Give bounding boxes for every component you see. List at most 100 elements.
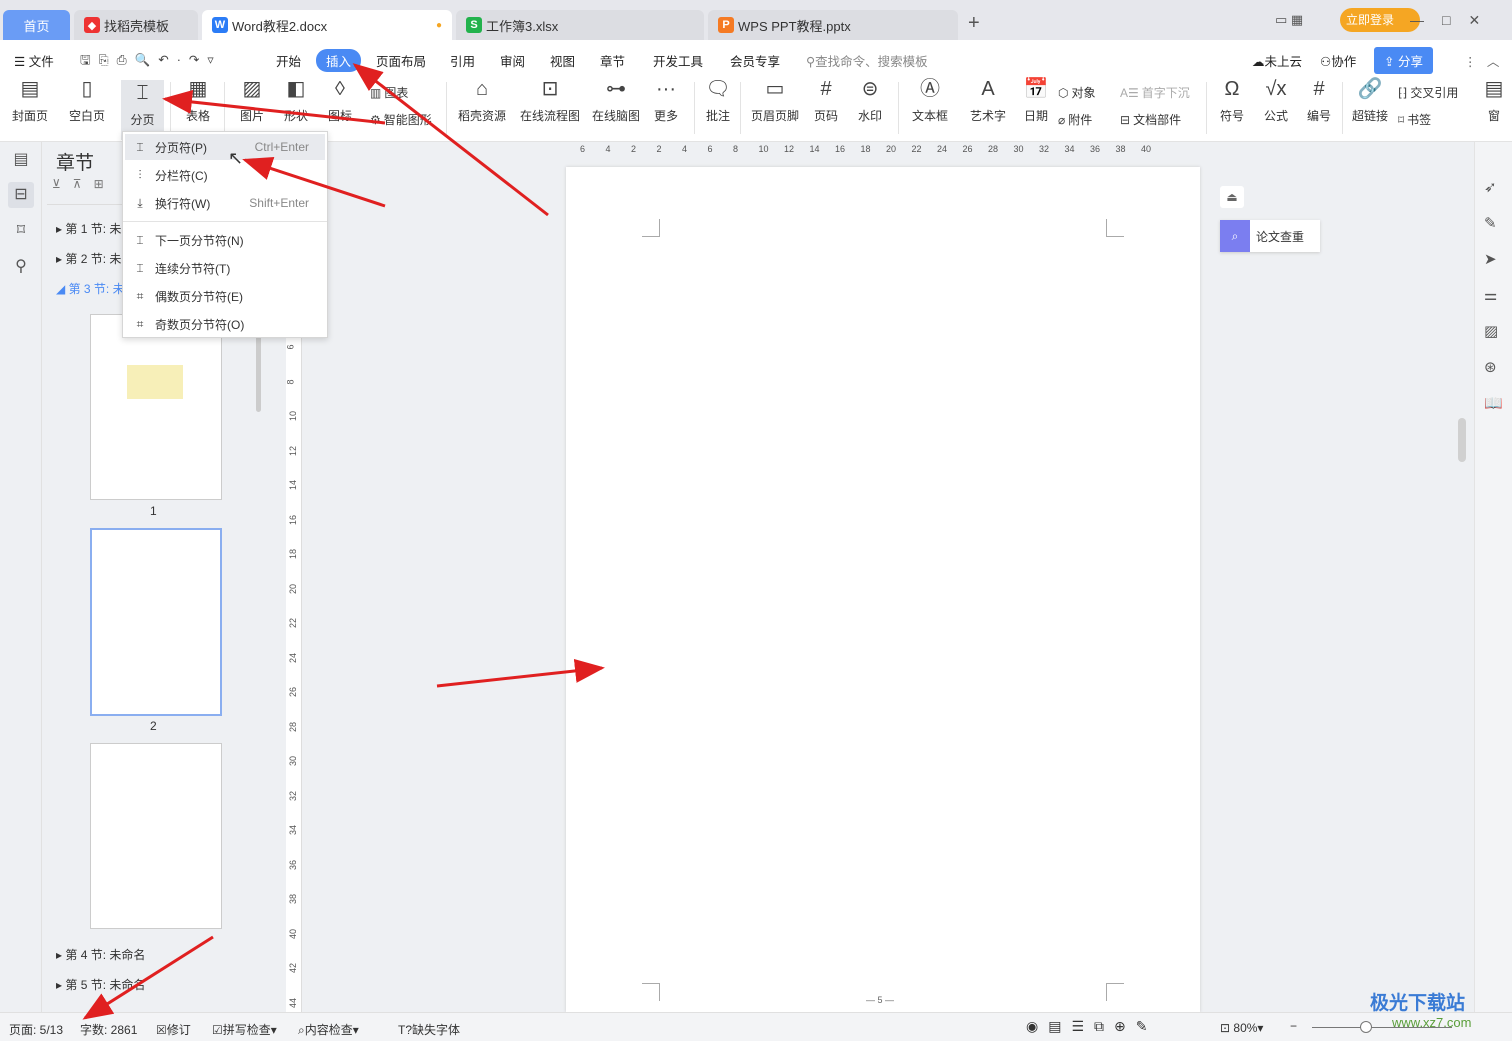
pointer-icon[interactable]: ➤ [1484,250,1497,268]
attachment-button[interactable]: ⌀ 附件 [1058,111,1092,128]
sqrt-icon: √x [1265,78,1287,100]
collab-button[interactable]: ⚇协作 [1320,51,1356,70]
menu-item-page-break[interactable]: ⌶ 分页符(P) Ctrl+Enter [125,134,325,160]
menu-item-continuous-section[interactable]: ⌶ 连续分节符(T) [125,255,325,281]
menu-review[interactable]: 审阅 [500,51,525,70]
page-thumbnail[interactable] [90,743,222,929]
layout-icon[interactable]: ▭ ▦ [1275,12,1303,28]
book-icon[interactable]: 📖 [1484,394,1503,412]
icon-library-button[interactable]: ◊ 图标 [322,76,358,124]
chapter-nav-icon[interactable]: ⊟ [8,182,34,208]
login-button[interactable]: 立即登录 [1340,8,1420,32]
new-tab-icon[interactable]: + [968,12,980,35]
mindmap-button[interactable]: ⊶ 在线脑图 [590,76,642,124]
view-mode-icons[interactable]: ◉▤☰⧉⊕✎ [1026,1018,1157,1035]
menu-start[interactable]: 开始 [276,51,301,70]
page-number-button[interactable]: # 页码 [808,76,844,124]
textbox-button[interactable]: Ⓐ 文本框 [906,76,954,124]
section-1[interactable]: ▸ 第 1 节: 未 [56,220,121,237]
picture-button[interactable]: ▨ 图片 [234,76,270,124]
wordart-button[interactable]: A 艺术字 [964,76,1012,124]
watermark-button[interactable]: ⊜ 水印 [852,76,888,124]
flowchart-button[interactable]: ⊡ 在线流程图 [518,76,582,124]
numbering-button[interactable]: # 编号 [1302,76,1336,124]
tab-pptx[interactable]: P WPS PPT教程.pptx [708,10,958,40]
table-button[interactable]: ▦ 表格 [178,76,218,124]
ruler-tick: 36 [1090,144,1101,154]
omega-icon: Ω [1224,78,1240,100]
section-2[interactable]: ▸ 第 2 节: 未 [56,250,121,267]
cloud-status[interactable]: ☁未上云 [1252,51,1302,70]
menu-insert[interactable]: 插入 [316,49,362,72]
tab-word-doc[interactable]: W Word教程2.docx ● [202,10,452,40]
document-scrollbar[interactable] [1458,418,1466,462]
menu-developer[interactable]: 开发工具 [653,51,703,70]
collapse-icon[interactable]: ⏏ [1220,186,1244,208]
word-count[interactable]: 字数: 2861 [80,1021,137,1038]
window-button[interactable]: ▤ 窗 [1484,76,1504,124]
outline-icon[interactable]: ▤ [8,147,34,173]
page-thumbnail-selected[interactable] [90,528,222,716]
cover-page-button[interactable]: ▤ 封面页 [10,76,50,124]
smart-art-button[interactable]: ⚙ 智能图形 [370,111,432,128]
docer-resources-button[interactable]: ⌂ 稻壳资源 [456,76,508,124]
date-button[interactable]: 📅 日期 [1020,76,1052,124]
cross-reference-button[interactable]: ⁅⁆ 交叉引用 [1398,84,1458,101]
page-indicator[interactable]: 页面: 5/13 [9,1021,63,1038]
comment-button[interactable]: 🗨 批注 [702,76,734,124]
search-icon[interactable]: ⚲ [8,254,34,280]
header-footer-button[interactable]: ▭ 页眉页脚 [748,76,802,124]
share-button[interactable]: ⇪ 分享 [1374,47,1433,74]
doc-parts-button[interactable]: ⊟ 文档部件 [1120,111,1181,128]
blank-page-button[interactable]: ▯ 空白页 [66,76,108,124]
ruler-tick: 42 [288,962,299,974]
bookmark-icon[interactable]: ⌑ [8,218,34,244]
menu-section[interactable]: 章节 [600,51,625,70]
panel-controls[interactable]: ⊻⊼⊞ [52,177,116,191]
pen-icon[interactable]: ✎ [1484,214,1497,232]
more-button[interactable]: ··· 更多 [648,76,684,124]
rocket-icon[interactable]: ➶ [1484,178,1497,196]
panel-scrollbar[interactable] [256,332,261,412]
object-button[interactable]: ⬡ 对象 [1058,84,1096,101]
menu-member[interactable]: 会员专享 [730,51,780,70]
menu-item-column-break[interactable]: ⫶ 分栏符(C) [125,162,325,188]
menu-page-layout[interactable]: 页面布局 [376,51,426,70]
zoom-level[interactable]: ⊡ 80%▾ [1220,1021,1263,1035]
content-check[interactable]: ⌕内容检查▾ [298,1021,359,1038]
tab-home[interactable]: 首页 [3,10,70,40]
menu-item-next-page-section[interactable]: ⌶ 下一页分节符(N) [125,227,325,253]
missing-font[interactable]: T?缺失字体 [398,1021,460,1038]
image-tool-icon[interactable]: ▨ [1484,322,1498,340]
command-search[interactable]: ⚲查找命令、搜索模板 [806,51,928,70]
menu-item-line-break[interactable]: ⤓ 换行符(W) Shift+Enter [125,190,325,216]
document-page[interactable]: — 5 — [566,167,1200,1012]
zoom-out-icon[interactable]: − [1290,1019,1297,1033]
menu-references[interactable]: 引用 [450,51,475,70]
left-rail: ▤ ⊟ ⌑ ⚲ [0,142,42,1012]
tab-xlsx[interactable]: S 工作簿3.xlsx [456,10,704,40]
hyperlink-button[interactable]: 🔗 超链接 [1350,76,1390,124]
formula-button[interactable]: √x 公式 [1258,76,1294,124]
section-5[interactable]: ▸ 第 5 节: 未命名 [56,976,145,993]
chart-button[interactable]: ▥ 图表 [370,84,408,101]
quick-access-toolbar[interactable]: 🖫⎘⎙🔍↶·↷▿ [80,51,222,72]
section-3[interactable]: ◢ 第 3 节: 未 [56,280,125,297]
spell-check[interactable]: ☑拼写检查▾ [212,1021,277,1038]
window-controls[interactable]: —□✕ [1410,12,1498,29]
sliders-icon[interactable]: ⚌ [1484,286,1497,304]
bookmark-button[interactable]: ⌑ 书签 [1398,111,1431,128]
menu-item-even-page-section[interactable]: ⌗ 偶数页分节符(E) [125,283,325,309]
tab-template[interactable]: ◆ 找稻壳模板 [74,10,198,40]
revise-toggle[interactable]: ☒修订 [156,1021,191,1038]
section-4[interactable]: ▸ 第 4 节: 未命名 [56,946,145,963]
symbol-button[interactable]: Ω 符号 [1214,76,1250,124]
more-icon[interactable]: ⋮ ︿ [1464,51,1499,70]
page-thumbnail[interactable] [90,314,222,500]
compass-icon[interactable]: ⊛ [1484,358,1497,376]
shape-button[interactable]: ◧ 形状 [278,76,314,124]
paper-check-button[interactable]: ⌕ 论文查重 [1220,220,1320,252]
menu-view[interactable]: 视图 [550,51,575,70]
menu-item-odd-page-section[interactable]: ⌗ 奇数页分节符(O) [125,311,325,337]
file-menu[interactable]: ☰ 文件 [14,51,54,70]
